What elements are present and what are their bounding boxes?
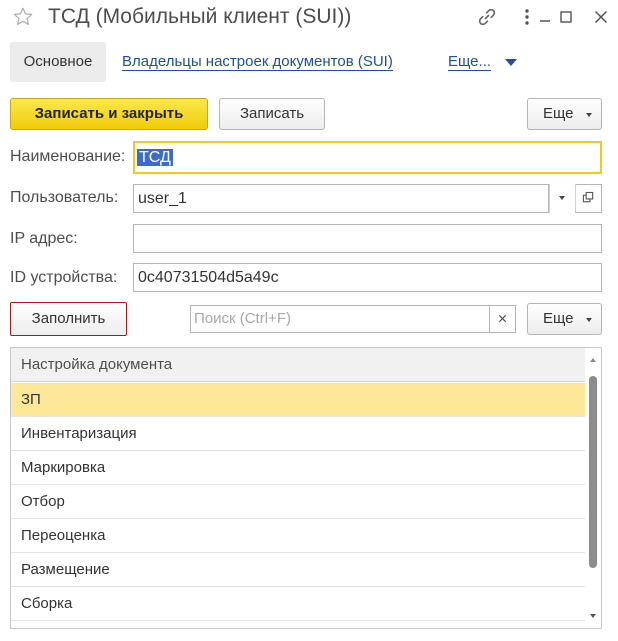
chevron-down-icon[interactable] [505,59,517,66]
scroll-up-icon[interactable] [590,358,596,362]
open-icon[interactable] [575,184,602,213]
user-field[interactable]: user_1 [133,184,549,213]
name-field[interactable]: ТСД [133,141,602,174]
column-header-document-setting[interactable]: Настройка документа [11,348,585,382]
table-more-label: Еще [543,310,574,327]
tab-more[interactable]: Еще... [448,53,492,71]
window-titlebar: ТСД (Мобильный клиент (SUI)) [0,0,618,36]
user-value: user_1 [138,190,187,207]
scrollbar-thumb[interactable] [589,376,597,568]
tab-main[interactable]: Основное [10,42,106,82]
table-scrollbar[interactable] [585,348,601,628]
link-icon[interactable] [477,7,497,27]
caret-down-icon [559,196,565,200]
star-icon[interactable] [12,6,34,28]
more-actions-button[interactable]: Еще [527,98,602,130]
document-settings-table: Настройка документа ЗП Инвентаризация Ма… [10,347,602,629]
save-button[interactable]: Записать [219,98,325,130]
device-id-field[interactable]: 0c40731504d5a49c [133,263,602,292]
name-value: ТСД [137,149,173,166]
device-id-value: 0c40731504d5a49c [138,269,279,286]
scroll-down-icon[interactable] [590,614,596,618]
window-title: ТСД (Мобильный клиент (SUI)) [48,5,352,28]
table-row[interactable]: Размещение [11,553,585,587]
clear-search-icon[interactable] [489,305,516,333]
table-row[interactable]: Переоценка [11,519,585,553]
table-row[interactable]: Маркировка [11,451,585,485]
close-icon[interactable] [591,7,611,27]
more-actions-label: Еще [543,105,574,122]
user-label: Пользователь: [10,189,119,206]
table-row[interactable]: Инвентаризация [11,417,585,451]
caret-down-icon [586,113,592,117]
maximize-icon[interactable] [556,7,576,27]
table-row[interactable]: Отбор [11,485,585,519]
save-and-close-button[interactable]: Записать и закрыть [10,98,208,130]
ip-label: IP адрес: [10,230,78,247]
table-row[interactable]: ЗП [11,383,585,417]
name-label: Наименование: [10,148,126,165]
user-dropdown-button[interactable] [549,184,575,213]
table-row[interactable]: Сборка [11,587,585,621]
tab-document-settings-owners[interactable]: Владельцы настроек документов (SUI) [122,53,393,71]
more-vertical-icon[interactable] [517,7,537,27]
search-input[interactable]: Поиск (Ctrl+F) [190,305,490,333]
fill-button[interactable]: Заполнить [10,302,127,336]
ip-field[interactable] [133,224,602,253]
minimize-icon[interactable] [536,7,556,27]
caret-down-icon [586,318,592,322]
table-more-button[interactable]: Еще [527,303,602,335]
device-id-label: ID устройства: [10,269,118,286]
